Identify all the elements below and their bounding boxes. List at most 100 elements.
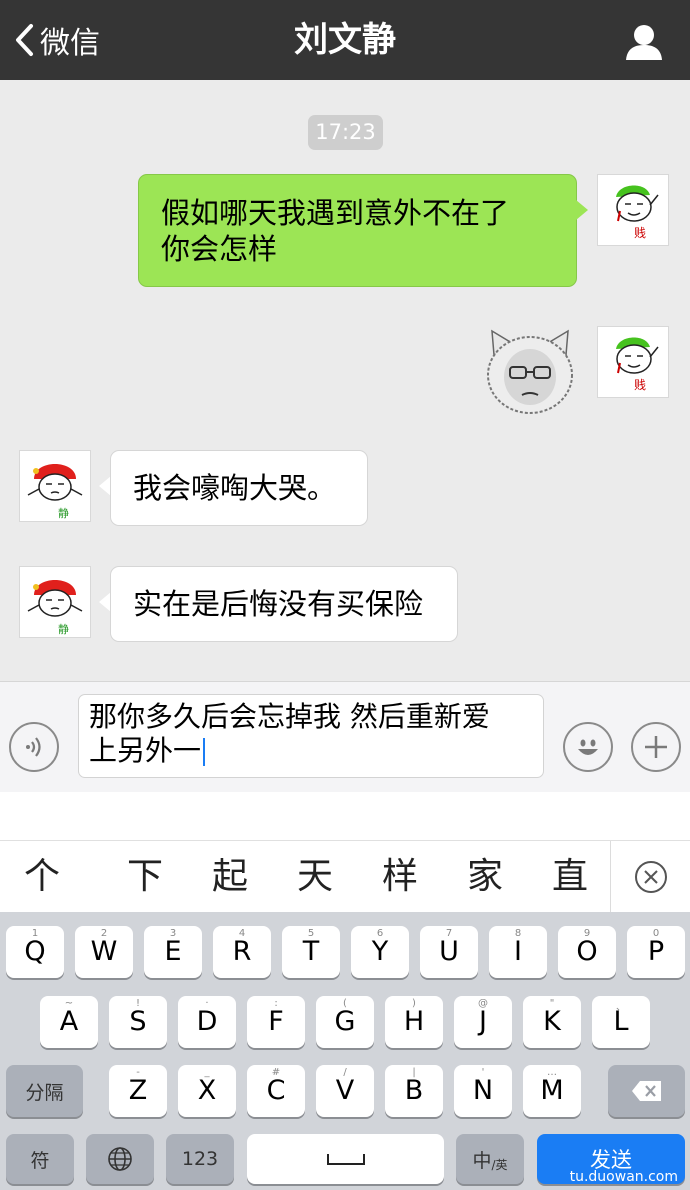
key-k[interactable]: " K xyxy=(523,996,581,1048)
key-label: R xyxy=(232,936,252,967)
key-label: P xyxy=(647,936,665,967)
timestamp: 17:23 xyxy=(308,115,383,150)
message-text: 实在是后悔没有买保险 xyxy=(133,587,424,621)
backspace-key[interactable] xyxy=(608,1065,685,1117)
globe-key[interactable] xyxy=(86,1134,154,1184)
key-label: 123 xyxy=(181,1148,219,1170)
message-text: 我会嚎啕大哭。 xyxy=(133,471,337,505)
separator-key[interactable]: 分隔 xyxy=(6,1065,83,1117)
key-u[interactable]: 7U xyxy=(420,926,478,978)
clear-candidate-icon xyxy=(634,861,667,893)
message-bubble-incoming[interactable]: 我会嚎啕大哭。 xyxy=(110,450,368,526)
person-icon xyxy=(626,25,662,60)
candidate-word[interactable]: 直 xyxy=(540,841,600,913)
space-key[interactable] xyxy=(247,1134,444,1184)
avatar-label: 静 xyxy=(58,506,69,520)
key-label: 符 xyxy=(30,1149,50,1172)
key-c[interactable]: # C xyxy=(247,1065,305,1117)
message-bubble-outgoing[interactable]: 假如哪天我遇到意外不在了 你会怎样 xyxy=(138,174,577,287)
plus-icon xyxy=(645,736,667,758)
key-t[interactable]: 5T xyxy=(282,926,340,978)
key-label: L xyxy=(613,1006,629,1037)
avatar-contact[interactable]: 静 xyxy=(19,450,91,522)
key-m[interactable]: … M xyxy=(523,1065,581,1117)
key-g[interactable]: (G xyxy=(316,996,374,1048)
candidate-word[interactable]: 起 xyxy=(200,841,260,913)
backspace-icon xyxy=(631,1081,661,1101)
key-label: A xyxy=(59,1006,79,1037)
key-j[interactable]: @ J xyxy=(454,996,512,1048)
key-x[interactable]: _ X xyxy=(178,1065,236,1117)
key-y[interactable]: 6Y xyxy=(351,926,409,978)
key-label: V xyxy=(335,1075,355,1106)
key-label: Y xyxy=(371,936,389,967)
key-q[interactable]: 1Q xyxy=(6,926,64,978)
avatar-self[interactable]: 贱 xyxy=(597,174,669,246)
input-text-line: 那你多久后会忘掉我 然后重新爱 xyxy=(89,700,490,733)
space-icon xyxy=(326,1154,365,1165)
key-label: M xyxy=(540,1075,564,1106)
key-label: T xyxy=(302,936,320,967)
key-label: B xyxy=(404,1075,424,1106)
key-d[interactable]: · D xyxy=(178,996,236,1048)
key-label: X xyxy=(197,1075,217,1106)
key-a[interactable]: ~ A xyxy=(40,996,98,1048)
key-o[interactable]: 9O xyxy=(558,926,616,978)
key-i[interactable]: 8I xyxy=(489,926,547,978)
symbol-key[interactable]: 符 xyxy=(6,1134,74,1184)
avatar-self[interactable]: 贱 xyxy=(597,326,669,398)
key-p[interactable]: 0P xyxy=(627,926,685,978)
key-label: O xyxy=(576,936,598,967)
candidate-word[interactable]: 天 xyxy=(285,841,345,913)
candidate-word[interactable]: 下 xyxy=(115,841,175,913)
avatar-label: 静 xyxy=(58,622,69,636)
input-composing-text: 上另外一 xyxy=(89,734,202,767)
message-input[interactable]: 那你多久后会忘掉我 然后重新爱 上另外一 xyxy=(78,694,544,778)
key-label: D xyxy=(196,1006,218,1037)
input-bar: 那你多久后会忘掉我 然后重新爱 上另外一 xyxy=(0,681,690,792)
candidate-word[interactable]: 个 xyxy=(12,841,72,913)
girl-face-icon: 静 xyxy=(27,464,83,520)
candidate-word[interactable]: 家 xyxy=(455,841,515,913)
sticker-face-icon xyxy=(487,329,573,414)
input-text-line: 上另外一 xyxy=(89,734,533,768)
candidate-word[interactable]: 样 xyxy=(370,841,430,913)
key-z[interactable]: -Z xyxy=(109,1065,167,1117)
meme-face-icon: 贱 xyxy=(616,337,659,392)
key-w[interactable]: 2W xyxy=(75,926,133,978)
key-e[interactable]: 3E xyxy=(144,926,202,978)
sticker-message[interactable] xyxy=(482,325,578,417)
chevron-left-icon xyxy=(16,24,33,56)
back-label: 微信 xyxy=(40,26,100,61)
message-bubble-incoming[interactable]: 实在是后悔没有买保险 xyxy=(110,566,458,642)
message-text-line: 你会怎样 xyxy=(161,232,278,266)
clear-candidates-button[interactable] xyxy=(610,841,690,913)
key-label: Z xyxy=(128,1075,148,1106)
globe-icon xyxy=(108,1147,132,1171)
key-f[interactable]: :F xyxy=(247,996,305,1048)
key-label: U xyxy=(439,936,459,967)
profile-button[interactable] xyxy=(624,22,664,62)
emoji-button[interactable] xyxy=(563,722,613,772)
key-r[interactable]: 4R xyxy=(213,926,271,978)
key-label: I xyxy=(514,936,522,967)
key-l[interactable]: 、 L xyxy=(592,996,650,1048)
key-label: W xyxy=(90,936,118,967)
key-n[interactable]: ' N xyxy=(454,1065,512,1117)
key-label: N xyxy=(472,1075,494,1106)
chat-title: 刘文静 xyxy=(294,20,396,60)
more-button[interactable] xyxy=(631,722,681,772)
back-button[interactable]: 微信 xyxy=(14,16,100,64)
numbers-key[interactable]: 123 xyxy=(166,1134,234,1184)
key-s[interactable]: ! S xyxy=(109,996,167,1048)
key-sublabel: /英 xyxy=(491,1157,508,1172)
key-b[interactable]: | B xyxy=(385,1065,443,1117)
key-h[interactable]: ) H xyxy=(385,996,443,1048)
avatar-contact[interactable]: 静 xyxy=(19,566,91,638)
key-label: Q xyxy=(24,936,46,967)
voice-button[interactable] xyxy=(9,722,59,772)
key-label: K xyxy=(543,1006,561,1037)
meme-face-icon: 贱 xyxy=(616,185,659,240)
key-v[interactable]: / V xyxy=(316,1065,374,1117)
language-key[interactable]: 中/英 xyxy=(456,1134,524,1184)
